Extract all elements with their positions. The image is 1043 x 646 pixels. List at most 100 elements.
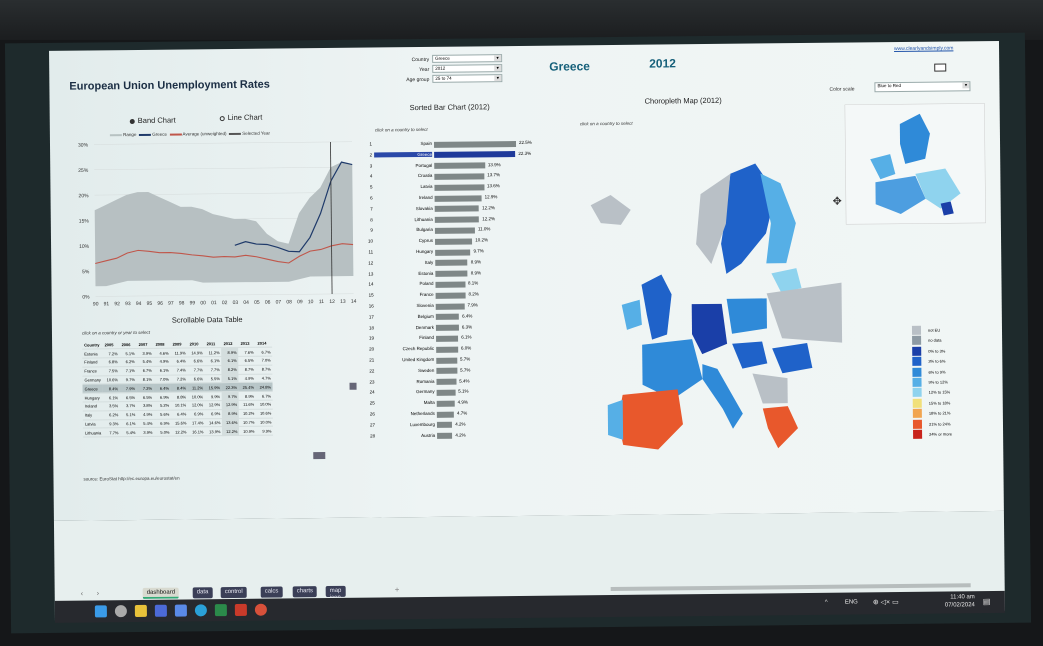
bar[interactable]: [435, 248, 471, 256]
column-header[interactable]: 2005: [102, 340, 120, 350]
table-cell[interactable]: 5.1%: [221, 374, 239, 384]
table-cell[interactable]: 6.9%: [205, 409, 223, 419]
bar[interactable]: [434, 162, 485, 169]
map-poland[interactable]: [726, 298, 767, 334]
age-group-select[interactable]: 25 to 74 ▼: [432, 74, 503, 83]
table-cell[interactable]: 11.9%: [170, 348, 188, 358]
table-cell[interactable]: 13.6%: [222, 418, 240, 428]
bar-category-label[interactable]: Czech Republic: [376, 346, 435, 352]
bar[interactable]: [436, 367, 458, 375]
table-cell[interactable]: 6.4%: [170, 357, 188, 367]
bar-category-label[interactable]: Sweden: [376, 368, 434, 374]
table-cell[interactable]: Finland: [82, 357, 103, 367]
bar[interactable]: [436, 335, 459, 342]
table-cell[interactable]: 7.7%: [103, 428, 121, 438]
table-cell[interactable]: 15.9%: [204, 383, 223, 393]
table-cell[interactable]: 3.8%: [137, 401, 155, 411]
table-cell[interactable]: Hungary: [82, 393, 104, 403]
table-cell[interactable]: 4.6%: [153, 348, 171, 358]
table-cell[interactable]: 9.7%: [119, 375, 137, 385]
bar[interactable]: [434, 184, 485, 191]
bar-category-label[interactable]: Romania: [376, 378, 434, 384]
table-cell[interactable]: 12.9%: [222, 400, 240, 410]
map-ukraine-belarus[interactable]: [766, 282, 843, 344]
tray-chevron-icon[interactable]: ^: [825, 600, 828, 606]
table-cell[interactable]: 10.9%: [239, 426, 257, 436]
bar[interactable]: [435, 292, 466, 299]
table-cell[interactable]: 16.1%: [188, 427, 206, 437]
table-cell[interactable]: Lithuania: [82, 428, 104, 438]
table-cell[interactable]: 4.9%: [137, 410, 155, 420]
bar-category-label[interactable]: United Kingdom: [376, 357, 434, 363]
band-chart[interactable]: 30% 25% 20% 15% 10% 5% 0%90 91 92 93 94 95 96 97 98 99 0…: [60, 134, 362, 312]
column-header[interactable]: 2007: [136, 339, 154, 349]
table-cell[interactable]: 5.6%: [154, 410, 172, 419]
bar-category-label[interactable]: Portugal: [374, 162, 432, 168]
table-cell[interactable]: 10.0%: [188, 392, 206, 402]
bar-category-label[interactable]: Slovenia: [376, 303, 433, 309]
table-cell[interactable]: 10.2%: [239, 409, 257, 419]
map-austria-czech[interactable]: [732, 341, 768, 369]
tab-next-icon[interactable]: ›: [97, 590, 99, 597]
bar[interactable]: [435, 270, 468, 277]
table-row[interactable]: Lithuania 7.7% 5.4% 3.9% 5.0% 12.2% 16.1% 13.9%…: [82, 426, 274, 438]
table-cell[interactable]: 6.6%: [187, 374, 205, 384]
choropleth-map[interactable]: [580, 163, 853, 466]
map-ireland[interactable]: [621, 299, 642, 330]
language-indicator[interactable]: ENG: [845, 599, 858, 605]
sorted-bar-chart[interactable]: 1 Spain 22.5% 2 Greece 22.3% 3 Portugal 13.9% 4 Cr…: [362, 140, 565, 462]
table-cell[interactable]: 10.1%: [171, 401, 189, 411]
table-cell[interactable]: 6.9%: [188, 409, 206, 419]
tab-charts[interactable]: charts: [292, 586, 318, 598]
table-cell[interactable]: 6.1%: [204, 356, 222, 366]
table-cell[interactable]: 7.2%: [170, 374, 188, 384]
table-cell[interactable]: 5.1%: [120, 410, 138, 420]
tab-map-icon[interactable]: map icon: [325, 585, 346, 601]
table-cell[interactable]: 5.4%: [137, 418, 155, 428]
table-cell[interactable]: Estonia: [82, 349, 103, 359]
bar-category-label[interactable]: Croatia: [374, 173, 433, 179]
table-cell[interactable]: 6.9%: [154, 418, 172, 428]
table-cell[interactable]: 6.2%: [103, 410, 121, 420]
table-cell[interactable]: 6.5%: [137, 392, 155, 402]
bar[interactable]: [435, 259, 468, 267]
bar[interactable]: [436, 421, 453, 429]
table-cell[interactable]: 6.7%: [136, 366, 154, 376]
table-cell[interactable]: 8.8%: [171, 392, 189, 402]
table-cell[interactable]: 7.0%: [255, 356, 273, 366]
table-cell[interactable]: Ireland: [82, 401, 104, 411]
bar-category-label[interactable]: Cyprus: [375, 238, 433, 244]
column-header[interactable]: 2014: [255, 338, 273, 348]
table-cell[interactable]: 10.0%: [256, 417, 274, 427]
bar-category-label[interactable]: Ireland: [375, 195, 433, 201]
bar[interactable]: [433, 140, 517, 148]
chat-icon[interactable]: [174, 604, 187, 617]
table-cell[interactable]: 6.8%: [102, 357, 120, 367]
map-spain[interactable]: [617, 389, 684, 450]
table-cell[interactable]: 9.9%: [205, 391, 223, 401]
add-sheet-icon[interactable]: +: [395, 585, 400, 594]
table-cell[interactable]: 6.1%: [153, 366, 171, 376]
table-cell[interactable]: 5.4%: [136, 357, 154, 367]
table-cell[interactable]: 8.2%: [221, 365, 239, 375]
table-cell[interactable]: 10.7%: [239, 417, 257, 427]
website-link[interactable]: www.clearlyandsimply.com: [894, 45, 953, 52]
table-cell[interactable]: 3.9%: [136, 348, 154, 358]
bar-category-label[interactable]: Italy: [375, 260, 433, 266]
bar[interactable]: [435, 324, 459, 331]
teams-icon[interactable]: [154, 604, 167, 617]
band-chart-option[interactable]: Band Chart: [129, 116, 176, 125]
bar-category-label[interactable]: Germany: [377, 389, 435, 395]
bar[interactable]: [434, 194, 482, 202]
column-header[interactable]: 2009: [170, 339, 188, 349]
tab-data[interactable]: data: [192, 587, 213, 599]
map-romania[interactable]: [772, 342, 813, 374]
column-header[interactable]: 2013: [238, 338, 256, 348]
table-cell[interactable]: 3.9%: [137, 427, 155, 437]
table-cell[interactable]: Latvia: [82, 419, 104, 429]
bar[interactable]: [436, 357, 458, 364]
bar[interactable]: [436, 346, 459, 353]
table-cell[interactable]: Greece: [82, 384, 104, 394]
table-cell[interactable]: 24.8%: [255, 382, 274, 392]
excel-icon[interactable]: [214, 604, 227, 617]
